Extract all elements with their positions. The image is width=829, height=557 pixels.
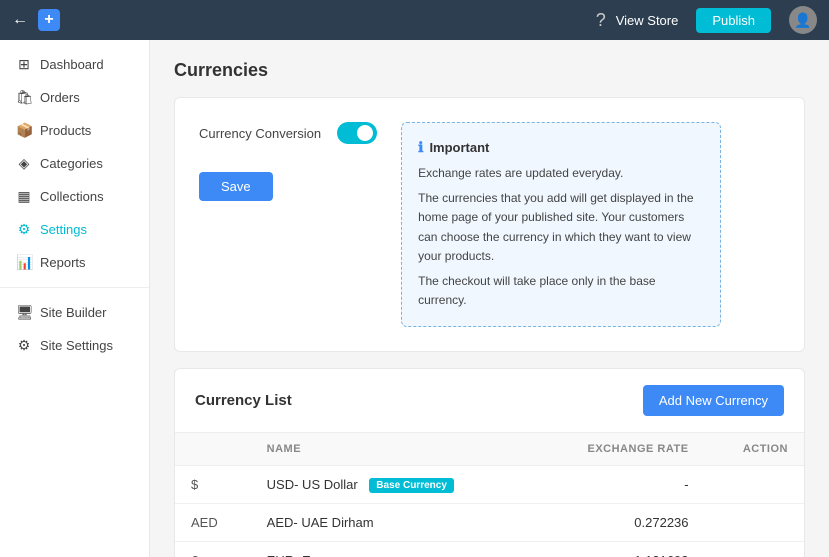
help-icon[interactable]: ? [596, 10, 606, 31]
sidebar-item-orders[interactable]: 🛍 Orders [0, 81, 149, 114]
sidebar-item-site-settings[interactable]: ⚙ Site Settings [0, 329, 149, 362]
save-button[interactable]: Save [199, 172, 273, 201]
sidebar-item-products[interactable]: 📦 Products [0, 114, 149, 147]
sidebar-item-label: Site Builder [40, 305, 106, 320]
sidebar-divider [0, 287, 149, 288]
info-icon: ℹ [418, 139, 423, 156]
sidebar-item-dashboard[interactable]: ⊞ Dashboard [0, 48, 149, 81]
orders-icon: 🛍 [16, 89, 32, 106]
action-cell [705, 542, 804, 557]
col-symbol [175, 433, 251, 466]
publish-button[interactable]: Publish [696, 8, 771, 33]
sidebar-item-label: Site Settings [40, 338, 113, 353]
action-cell [705, 466, 804, 504]
base-currency-badge: Base Currency [369, 478, 454, 493]
table-row: AED AED- UAE Dirham 0.272236 [175, 504, 804, 542]
products-icon: 📦 [16, 122, 32, 139]
currency-symbol: € [175, 542, 251, 557]
currency-name: USD- US Dollar Base Currency [251, 466, 533, 504]
add-new-currency-button[interactable]: Add New Currency [643, 385, 784, 416]
sidebar-item-site-builder[interactable]: 🖥 Site Builder [0, 296, 149, 329]
settings-icon: ⚙ [16, 221, 32, 238]
action-cell [705, 504, 804, 542]
sidebar-item-label: Orders [40, 90, 80, 105]
page-title: Currencies [174, 60, 805, 81]
currency-name: EUR- Euro [251, 542, 533, 557]
reports-icon: 📊 [16, 254, 32, 271]
sidebar-item-settings[interactable]: ⚙ Settings [0, 213, 149, 246]
add-button[interactable]: + [38, 9, 60, 31]
exchange-rate: 0.272236 [533, 504, 704, 542]
info-line-1: Exchange rates are updated everyday. [418, 164, 704, 183]
site-builder-icon: 🖥 [16, 304, 32, 321]
sidebar: ⊞ Dashboard 🛍 Orders 📦 Products ◈ Catego… [0, 40, 150, 557]
info-line-3: The checkout will take place only in the… [418, 272, 704, 310]
info-line-2: The currencies that you add will get dis… [418, 189, 704, 266]
topbar: ← + ? View Store Publish 👤 [0, 0, 829, 40]
conversion-label: Currency Conversion [199, 126, 321, 141]
view-store-button[interactable]: View Store [616, 13, 679, 28]
sidebar-item-reports[interactable]: 📊 Reports [0, 246, 149, 279]
currency-table: NAME EXCHANGE RATE ACTION $ USD- US Doll… [175, 432, 804, 557]
exchange-rate: - [533, 466, 704, 504]
dashboard-icon: ⊞ [16, 56, 32, 73]
col-action: ACTION [705, 433, 804, 466]
collections-icon: ▦ [16, 188, 32, 205]
currency-name: AED- UAE Dirham [251, 504, 533, 542]
sidebar-item-label: Products [40, 123, 91, 138]
exchange-rate: 1.131693 [533, 542, 704, 557]
back-button[interactable]: ← [12, 11, 28, 29]
table-row: $ USD- US Dollar Base Currency - [175, 466, 804, 504]
list-title: Currency List [195, 392, 292, 409]
sidebar-item-label: Settings [40, 222, 87, 237]
categories-icon: ◈ [16, 155, 32, 172]
info-box: ℹ Important Exchange rates are updated e… [401, 122, 721, 327]
col-rate: EXCHANGE RATE [533, 433, 704, 466]
currency-symbol: $ [175, 466, 251, 504]
info-box-title: ℹ Important [418, 139, 704, 156]
currency-list-card: Currency List Add New Currency NAME EXCH… [174, 368, 805, 557]
sidebar-item-collections[interactable]: ▦ Collections [0, 180, 149, 213]
sidebar-item-label: Reports [40, 255, 86, 270]
sidebar-item-label: Collections [40, 189, 104, 204]
content-area: Currencies Currency Conversion Save [150, 40, 829, 557]
sidebar-item-categories[interactable]: ◈ Categories [0, 147, 149, 180]
site-settings-icon: ⚙ [16, 337, 32, 354]
currency-conversion-toggle[interactable] [337, 122, 377, 144]
avatar: 👤 [789, 6, 817, 34]
sidebar-item-label: Dashboard [40, 57, 104, 72]
col-name: NAME [251, 433, 533, 466]
currency-symbol: AED [175, 504, 251, 542]
list-header: Currency List Add New Currency [175, 369, 804, 432]
sidebar-item-label: Categories [40, 156, 103, 171]
table-row: € EUR- Euro 1.131693 [175, 542, 804, 557]
currency-conversion-card: Currency Conversion Save ℹ Important [174, 97, 805, 352]
